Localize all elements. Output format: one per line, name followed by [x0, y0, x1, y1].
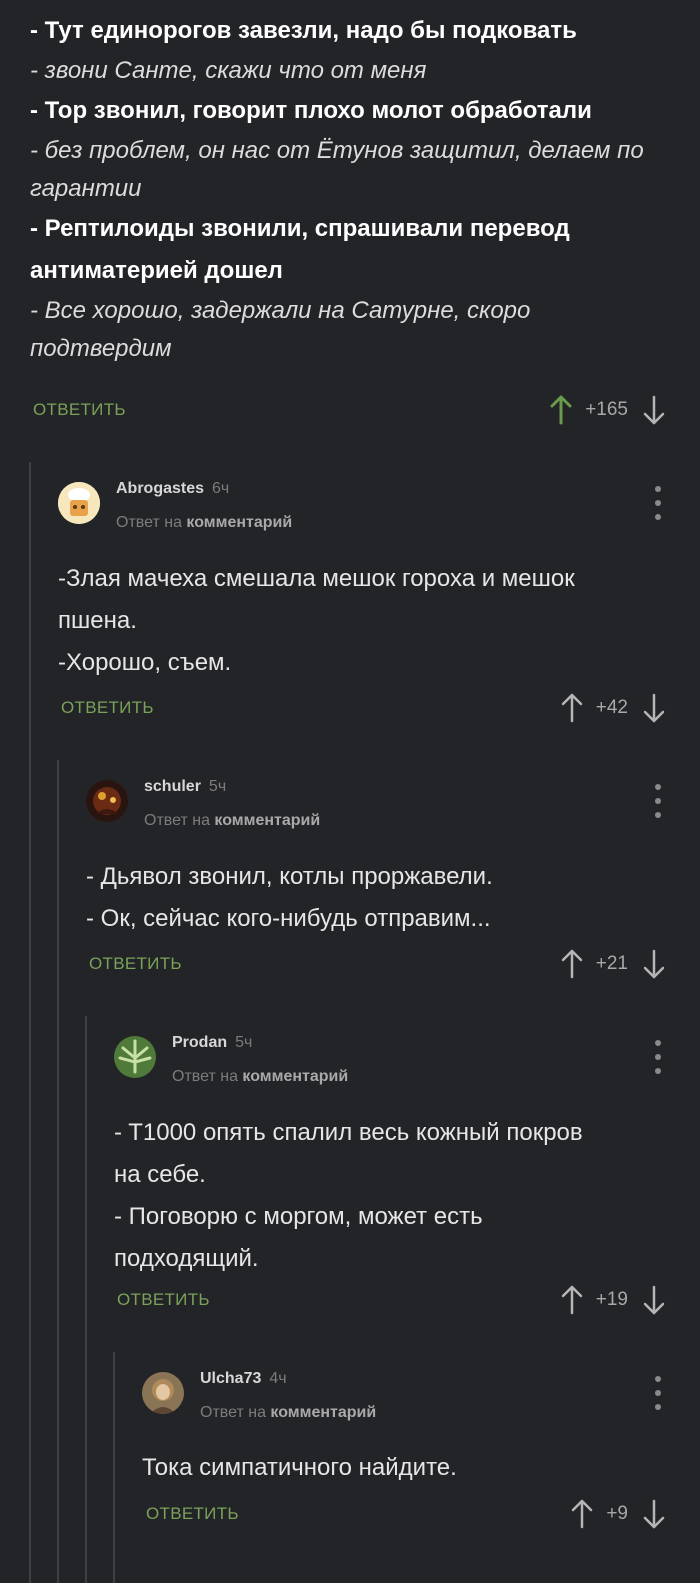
comment-line: - Тут единорогов завезли, надо бы подков…	[30, 17, 577, 44]
comment-ulcha73: Ulcha73 4ч Ответ на комментарий Тока симп…	[142, 1370, 668, 1489]
more-menu-icon[interactable]	[648, 784, 668, 818]
reply-to-prefix: Ответ на	[200, 1404, 266, 1421]
rating-count: +165	[585, 399, 628, 420]
upvote-arrow-icon[interactable]	[558, 949, 586, 979]
vote-controls: +42	[558, 688, 668, 728]
more-menu-icon[interactable]	[648, 486, 668, 520]
thread-line	[57, 760, 59, 1583]
avatar[interactable]	[142, 1372, 184, 1414]
downvote-arrow-icon[interactable]	[640, 949, 668, 979]
reply-to-link[interactable]: комментарий	[242, 1068, 348, 1085]
comment-line: пшена.	[58, 607, 137, 634]
reply-to-line: Ответ на комментарий	[200, 1404, 376, 1422]
comment-body: -Злая мачеха смешала мешок гороха и мешо…	[58, 558, 668, 684]
comment-header: Ulcha73 4ч Ответ на комментарий	[142, 1370, 668, 1430]
comment-schuler: schuler 5ч Ответ на комментарий - Дьявол …	[86, 778, 668, 940]
rating-count: +42	[595, 697, 628, 718]
reply-button[interactable]: ОТВЕТИТЬ	[117, 1290, 210, 1310]
reply-to-line: Ответ на комментарий	[172, 1068, 348, 1086]
vote-controls: +9	[568, 1494, 668, 1534]
comment-body: - T1000 опять спалил весь кожный покров …	[114, 1112, 668, 1280]
comment-line: подтвердим	[30, 335, 172, 362]
thread-line	[29, 462, 31, 1583]
comment-time: 4ч	[269, 1370, 287, 1387]
downvote-arrow-icon[interactable]	[640, 1285, 668, 1315]
rating-count: +21	[595, 953, 628, 974]
comment-line: - Тор звонил, говорит плохо молот обрабо…	[30, 97, 592, 124]
upvote-arrow-icon[interactable]	[547, 395, 575, 425]
rating-count: +19	[595, 1289, 628, 1310]
upvote-arrow-icon[interactable]	[568, 1499, 596, 1529]
author-name[interactable]: Prodan 5ч	[172, 1034, 252, 1052]
comment-line: - без проблем, он нас от Ётунов защитил,…	[30, 137, 644, 164]
comment-line: на себе.	[114, 1161, 206, 1188]
more-menu-icon[interactable]	[648, 1376, 668, 1410]
vote-controls: +165	[547, 390, 668, 430]
thread-line	[113, 1352, 115, 1583]
comment-line: - Дьявол звонил, котлы проржавели.	[86, 863, 493, 890]
reply-to-line: Ответ на комментарий	[144, 812, 320, 830]
more-menu-icon[interactable]	[648, 1040, 668, 1074]
comment-actions: ОТВЕТИТЬ +21	[89, 944, 668, 984]
comment-body: - Дьявол звонил, котлы проржавели. - Ок,…	[86, 856, 668, 940]
downvote-arrow-icon[interactable]	[640, 693, 668, 723]
comment-actions: ОТВЕТИТЬ +19	[117, 1280, 668, 1320]
comment-line: - T1000 опять спалил весь кожный покров	[114, 1119, 583, 1146]
reply-button[interactable]: ОТВЕТИТЬ	[61, 698, 154, 718]
comment-prodan: Prodan 5ч Ответ на комментарий - T1000 оп…	[114, 1034, 668, 1280]
comment-actions: ОТВЕТИТЬ +42	[61, 688, 668, 728]
top-comment-text: - Тут единорогов завезли, надо бы подков…	[30, 10, 680, 368]
upvote-arrow-icon[interactable]	[558, 1285, 586, 1315]
upvote-arrow-icon[interactable]	[558, 693, 586, 723]
comment-line: - Рептилоиды звонили, спрашивали перевод	[30, 215, 570, 242]
reply-button[interactable]: ОТВЕТИТЬ	[89, 954, 182, 974]
reply-button[interactable]: ОТВЕТИТЬ	[33, 400, 126, 420]
comment-header: Abrogastes 6ч Ответ на комментарий	[58, 480, 668, 540]
rating-count: +9	[606, 1503, 628, 1524]
author-name[interactable]: Ulcha73 4ч	[200, 1370, 287, 1388]
comment-time: 5ч	[208, 778, 227, 795]
comment-header: schuler 5ч Ответ на комментарий	[86, 778, 668, 838]
comment-abrogastes: Abrogastes 6ч Ответ на комментарий -Злая …	[58, 480, 668, 684]
comment-line: антиматерией дошел	[30, 257, 283, 284]
comment-actions: ОТВЕТИТЬ +9	[146, 1494, 668, 1534]
avatar[interactable]	[58, 482, 100, 524]
comment-line: -Хорошо, съем.	[58, 649, 232, 676]
reply-to-link[interactable]: комментарий	[186, 514, 292, 531]
author-label[interactable]: Ulcha73	[200, 1370, 261, 1387]
reply-to-line: Ответ на комментарий	[116, 514, 292, 532]
comment-body: Тока симпатичного найдите.	[142, 1447, 668, 1489]
comment-header: Prodan 5ч Ответ на комментарий	[114, 1034, 668, 1094]
comment-line: подходящий.	[114, 1245, 259, 1272]
author-label[interactable]: Prodan	[172, 1034, 227, 1051]
top-comment-actions: ОТВЕТИТЬ +165	[33, 390, 668, 430]
comment-line: - Поговорю с моргом, может есть	[114, 1203, 483, 1230]
comment-line: -Злая мачеха смешала мешок гороха и мешо…	[58, 565, 575, 592]
vote-controls: +21	[558, 944, 668, 984]
reply-to-prefix: Ответ на	[172, 1068, 238, 1085]
author-name[interactable]: Abrogastes 6ч	[116, 480, 229, 498]
thread-line	[85, 1016, 87, 1583]
reply-button[interactable]: ОТВЕТИТЬ	[146, 1504, 239, 1524]
reply-to-link[interactable]: комментарий	[270, 1404, 376, 1421]
comment-line: гарантии	[30, 175, 142, 202]
author-label[interactable]: schuler	[144, 778, 201, 795]
comment-line: - Ок, сейчас кого-нибудь отправим...	[86, 905, 491, 932]
reply-to-prefix: Ответ на	[116, 514, 182, 531]
downvote-arrow-icon[interactable]	[640, 395, 668, 425]
comment-line: Тока симпатичного найдите.	[142, 1454, 457, 1481]
comment-line: - звони Санте, скажи что от меня	[30, 57, 427, 84]
downvote-arrow-icon[interactable]	[640, 1499, 668, 1529]
reply-to-prefix: Ответ на	[144, 812, 210, 829]
vote-controls: +19	[558, 1280, 668, 1320]
avatar[interactable]	[114, 1036, 156, 1078]
avatar[interactable]	[86, 780, 128, 822]
comment-line: - Все хорошо, задержали на Сатурне, скор…	[30, 297, 531, 324]
comment-time: 6ч	[212, 480, 230, 497]
reply-to-link[interactable]: комментарий	[214, 812, 320, 829]
author-label[interactable]: Abrogastes	[116, 480, 204, 497]
author-name[interactable]: schuler 5ч	[144, 778, 226, 796]
comment-time: 5ч	[235, 1034, 253, 1051]
